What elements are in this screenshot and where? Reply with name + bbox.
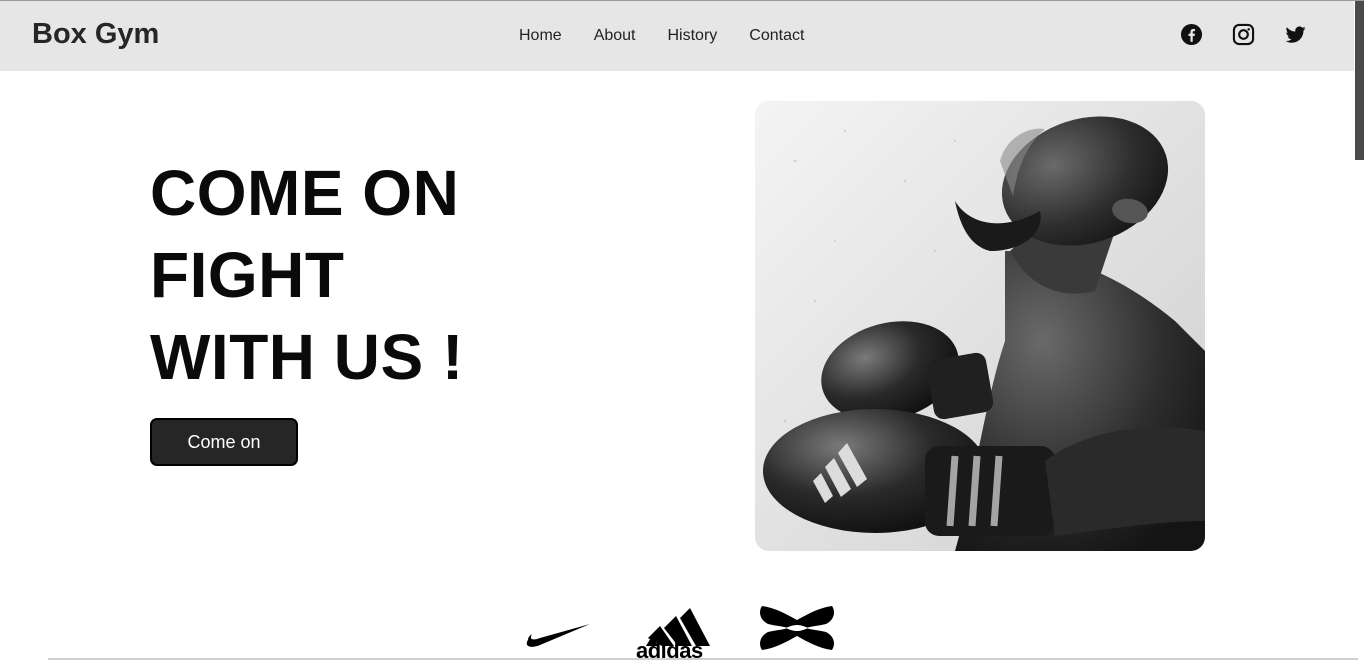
hero-title: COME ON FIGHT WITH US ! [150,152,464,398]
page-scrollbar[interactable] [1354,1,1364,660]
nav-contact-link[interactable]: Contact [749,27,804,45]
hero-boxer-image [755,101,1205,551]
social-links [1180,23,1307,46]
hero-title-line-3: WITH US ! [150,321,464,393]
page: Box Gym Home About History Contact COME … [0,0,1364,660]
navbar: Box Gym Home About History Contact [0,1,1354,71]
adidas-wordmark: adidas [636,638,703,660]
under-armour-logo [756,604,838,652]
instagram-icon[interactable] [1232,23,1255,46]
hero-title-line-2: FIGHT [150,239,345,311]
nav-history-link[interactable]: History [668,27,718,45]
scrollbar-thumb[interactable] [1355,1,1364,160]
main-nav: Home About History Contact [519,27,804,45]
nav-about-link[interactable]: About [594,27,636,45]
sponsor-logos: adidas [520,598,850,660]
twitter-icon[interactable] [1284,23,1307,46]
boxer-illustration [755,101,1205,551]
nike-logo [526,620,592,648]
hero-title-line-1: COME ON [150,157,460,229]
facebook-icon[interactable] [1180,23,1203,46]
brand-logo-text[interactable]: Box Gym [32,18,159,51]
come-on-button[interactable]: Come on [150,418,298,466]
nav-home-link[interactable]: Home [519,27,562,45]
